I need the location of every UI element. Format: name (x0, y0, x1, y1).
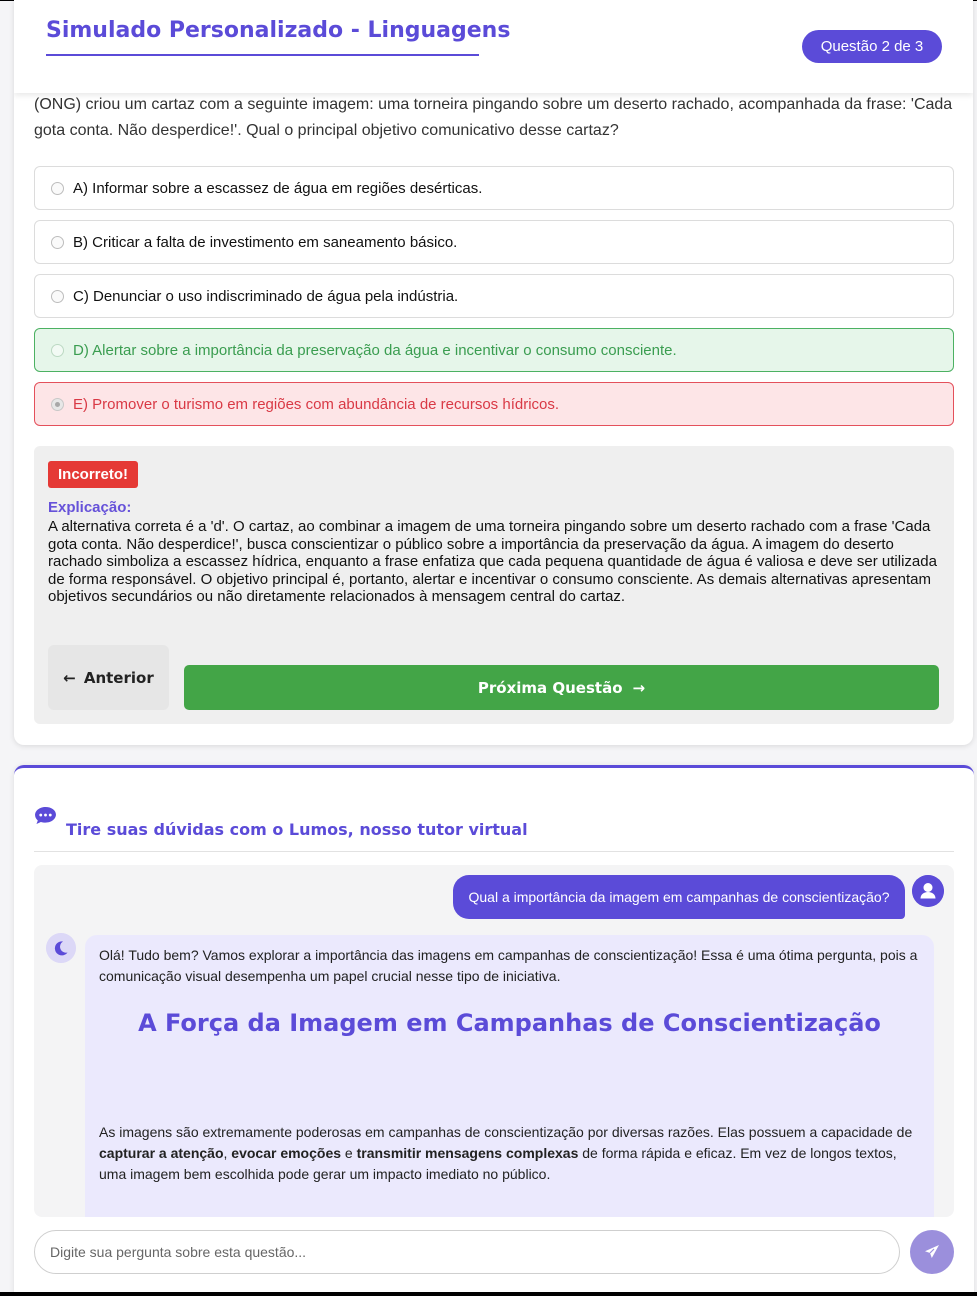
option-e-selected-wrong[interactable]: E) Promover o turismo em regiões com abu… (34, 382, 954, 426)
bot-paragraph: As imagens são extremamente poderosas em… (99, 1122, 919, 1185)
option-a[interactable]: A) Informar sobre a escassez de água em … (34, 166, 954, 210)
radio-d[interactable] (51, 343, 64, 357)
option-c[interactable]: C) Denunciar o uso indiscriminado de águ… (34, 274, 954, 318)
page-title: Simulado Personalizado - Linguagens (46, 18, 511, 43)
send-icon (925, 1245, 939, 1258)
window-bottom-edge (0, 1292, 977, 1296)
arrow-left-icon: ← (63, 668, 76, 687)
bot-para-bold-1: capturar a atenção (99, 1145, 224, 1161)
chat-messages[interactable]: Qual a importância da imagem em campanha… (34, 865, 954, 1217)
radio-e[interactable] (51, 397, 64, 411)
radio-b[interactable] (51, 235, 64, 249)
explanation-title: Explicação: (48, 499, 132, 516)
bot-para-text-3: e (341, 1145, 357, 1161)
option-a-label: A) Informar sobre a escassez de água em … (73, 179, 483, 197)
title-underline (46, 54, 479, 56)
incorrect-badge: Incorreto! (48, 461, 139, 488)
option-e-label: E) Promover o turismo em regiões com abu… (73, 395, 560, 413)
question-header: Simulado Personalizado - Linguagens Ques… (14, 0, 973, 93)
option-d-label: D) Alertar sobre a importância da preser… (73, 341, 677, 359)
bot-message: Olá! Tudo bem? Vamos explorar a importân… (85, 935, 934, 1217)
moon-icon (46, 933, 76, 963)
option-b[interactable]: B) Criticar a falta de investimento em s… (34, 220, 954, 264)
previous-button-label: Anterior (83, 668, 154, 687)
bot-para-text-1: As imagens são extremamente poderosas em… (99, 1124, 913, 1140)
option-d-correct[interactable]: D) Alertar sobre a importância da preser… (34, 328, 954, 372)
arrow-right-icon: → (632, 678, 646, 697)
bot-intro: Olá! Tudo bem? Vamos explorar a importân… (99, 947, 918, 984)
question-input[interactable] (34, 1230, 900, 1274)
question-card: (ONG) criou um cartaz com a seguinte ima… (14, 0, 973, 745)
tutor-card: Tire suas dúvidas com o Lumos, nosso tut… (14, 765, 974, 1296)
divider (34, 851, 954, 852)
send-button[interactable] (910, 1230, 954, 1274)
question-counter-badge: Questão 2 de 3 (802, 30, 942, 63)
feedback-panel: Incorreto! Explicação: A alternativa cor… (34, 446, 954, 724)
tutor-title: Tire suas dúvidas com o Lumos, nosso tut… (66, 820, 528, 839)
bot-para-bold-2: evocar emoções (231, 1145, 342, 1161)
option-c-label: C) Denunciar o uso indiscriminado de águ… (73, 287, 459, 305)
radio-c[interactable] (51, 289, 64, 303)
option-b-label: B) Criticar a falta de investimento em s… (73, 233, 458, 251)
bot-para-bold-3: transmitir mensagens complexas (356, 1145, 579, 1161)
previous-button[interactable]: ← Anterior (48, 645, 169, 710)
next-button-label: Próxima Questão (477, 678, 623, 697)
user-icon (912, 875, 944, 907)
chat-bubble-icon (35, 806, 56, 825)
explanation-text: A alternativa correta é a 'd'. O cartaz,… (48, 518, 937, 605)
question-text: (ONG) criou um cartaz com a seguinte ima… (34, 96, 953, 139)
next-question-button[interactable]: Próxima Questão → (184, 665, 939, 710)
radio-a[interactable] (51, 181, 64, 195)
user-message: Qual a importância da imagem em campanha… (453, 875, 905, 919)
bot-heading: A Força da Imagem em Campanhas de Consci… (138, 1009, 881, 1037)
